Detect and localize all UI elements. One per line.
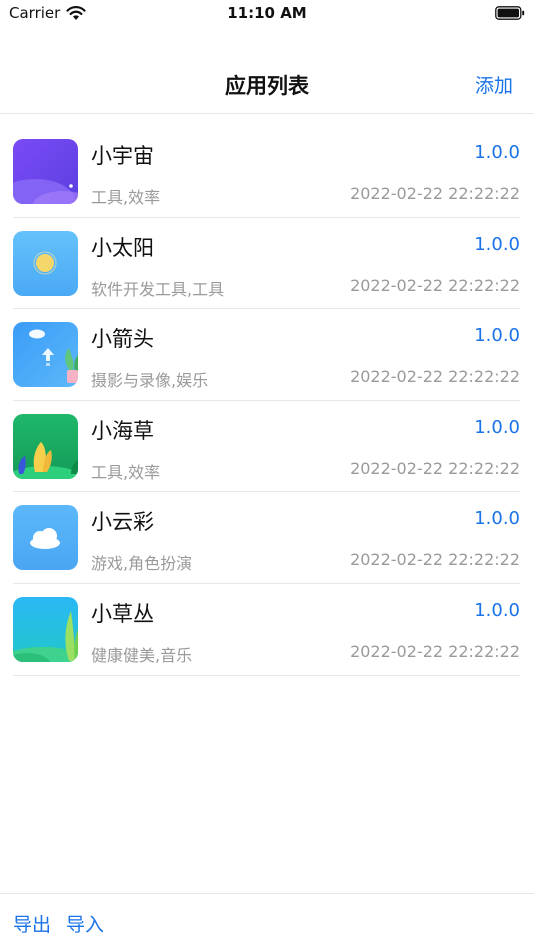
export-button[interactable]: 导出 <box>13 910 51 937</box>
app-date: 2022-02-22 22:22:22 <box>350 184 520 203</box>
app-date: 2022-02-22 22:22:22 <box>350 275 520 295</box>
app-date: 2022-02-22 22:22:22 <box>350 641 520 661</box>
app-tags: 健康健美,音乐 <box>91 645 193 665</box>
app-list: 小宇宙 1.0.0 工具,效率 2022-02-22 22:22:22 小太阳 … <box>13 126 520 676</box>
grass-leaves-icon <box>13 596 78 662</box>
battery-icon <box>495 6 525 20</box>
app-row-xiaoyuncai[interactable]: 小云彩 1.0.0 游戏,角色扮演 2022-02-22 22:22:22 <box>13 492 520 584</box>
app-name: 小箭头 <box>91 327 154 352</box>
app-version: 1.0.0 <box>474 508 520 530</box>
app-version: 1.0.0 <box>474 142 520 163</box>
import-button[interactable]: 导入 <box>66 910 104 937</box>
app-version: 1.0.0 <box>474 416 520 438</box>
app-name: 小海草 <box>91 418 154 443</box>
app-date: 2022-02-22 22:22:22 <box>350 458 520 478</box>
bottom-toolbar: 导出 导入 <box>0 893 534 950</box>
app-date: 2022-02-22 22:22:22 <box>350 367 520 387</box>
app-name: 小太阳 <box>91 235 154 260</box>
app-tags: 软件开发工具,工具 <box>91 279 225 299</box>
app-row-xiaojiantou[interactable]: 小箭头 1.0.0 摄影与录像,娱乐 2022-02-22 22:22:22 <box>13 309 520 401</box>
app-name: 小草丛 <box>91 601 154 626</box>
add-button[interactable]: 添加 <box>475 71 513 98</box>
app-name: 小云彩 <box>91 510 154 535</box>
cloud-icon <box>13 505 78 571</box>
purple-planet-icon <box>13 139 78 204</box>
app-row-xiaocaocong[interactable]: 小草丛 1.0.0 健康健美,音乐 2022-02-22 22:22:22 <box>13 584 520 676</box>
app-version: 1.0.0 <box>474 325 520 347</box>
status-time: 11:10 AM <box>227 4 307 22</box>
app-tags: 摄影与录像,娱乐 <box>91 371 209 391</box>
app-tags: 游戏,角色扮演 <box>91 554 193 574</box>
app-row-xiaotaiyang[interactable]: 小太阳 1.0.0 软件开发工具,工具 2022-02-22 22:22:22 <box>13 218 520 310</box>
app-date: 2022-02-22 22:22:22 <box>350 550 520 570</box>
sun-icon <box>13 230 78 296</box>
status-bar: Carrier 11:10 AM <box>0 0 534 30</box>
app-row-xiaohaicao[interactable]: 小海草 1.0.0 工具,效率 2022-02-22 22:22:22 <box>13 401 520 493</box>
upload-arrow-icon <box>13 322 78 388</box>
page-title: 应用列表 <box>225 74 309 98</box>
app-row-xiaoyuzhou[interactable]: 小宇宙 1.0.0 工具,效率 2022-02-22 22:22:22 <box>13 126 520 218</box>
app-version: 1.0.0 <box>474 233 520 255</box>
app-tags: 工具,效率 <box>91 188 161 207</box>
app-version: 1.0.0 <box>474 599 520 621</box>
app-tags: 工具,效率 <box>91 462 161 482</box>
green-plants-icon <box>13 413 78 479</box>
navigation-bar: 应用列表 添加 <box>0 56 534 114</box>
app-name: 小宇宙 <box>91 144 154 168</box>
